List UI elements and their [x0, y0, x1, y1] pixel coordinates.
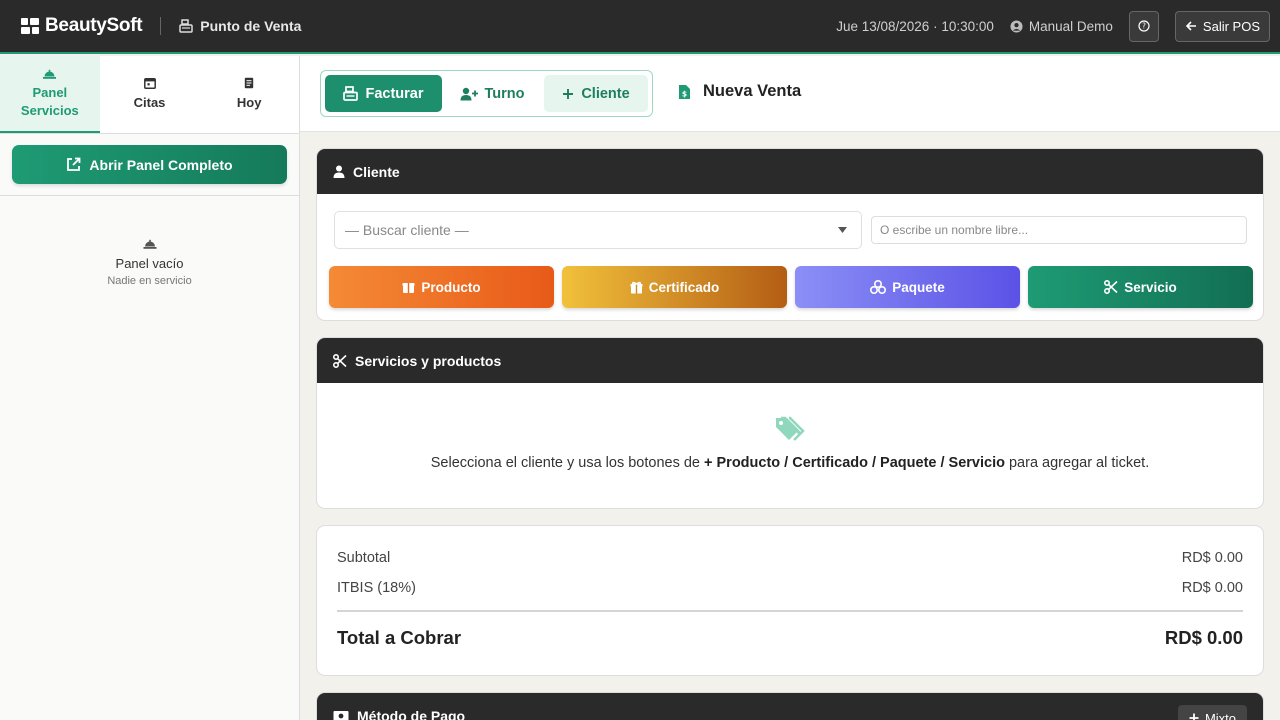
- sale-title-label: Nueva Venta: [703, 82, 802, 100]
- turno-label: Turno: [484, 85, 525, 102]
- total-row: Total a Cobrar RD$ 0.00: [337, 627, 1243, 649]
- top-bar: BeautySoft Punto de Venta Jue 13/08/2026…: [0, 0, 1280, 54]
- tab-label: Hoy: [236, 95, 262, 111]
- user-name: Manual Demo: [1028, 18, 1113, 34]
- tab-label: Citas: [133, 95, 166, 111]
- empty-panel-state: Panel vacío Nadie en servicio: [0, 238, 299, 287]
- boxes-icon: [870, 280, 887, 294]
- plus-icon: [1189, 713, 1199, 720]
- sidebar-tabs: Panel Servicios Citas Hoy: [0, 56, 299, 134]
- client-search-select[interactable]: — Buscar cliente —: [334, 211, 862, 249]
- sidebar: Panel Servicios Citas Hoy Abrir Panel Co…: [0, 56, 300, 720]
- gift-icon: [630, 281, 643, 293]
- svg-text:?: ?: [1142, 22, 1146, 31]
- bell-icon: [43, 69, 57, 79]
- mixed-payment-button[interactable]: Mixto: [1177, 705, 1247, 720]
- help-button[interactable]: ?: [1128, 10, 1159, 42]
- tax-row: ITBIS (18%) RD$ 0.00: [337, 580, 1243, 596]
- subtotal-value: RD$ 0.00: [1181, 550, 1243, 566]
- datetime: Jue 13/08/2026 · 10:30:00: [836, 18, 994, 34]
- main-header: Facturar Turno Cliente $ Nueva Venta: [300, 56, 1280, 132]
- total-value: RD$ 0.00: [1164, 627, 1243, 648]
- payment-card-header: Método de Pago: [317, 693, 1263, 720]
- question-circle-icon: ?: [1138, 20, 1150, 32]
- items-card: Servicios y productos Selecciona el clie…: [316, 337, 1264, 509]
- arrow-left-icon: [1185, 21, 1196, 31]
- client-card-header: Cliente: [317, 149, 1263, 194]
- payment-card-title: Método de Pago: [357, 707, 466, 720]
- exit-pos-button[interactable]: Salir POS: [1174, 10, 1270, 42]
- scissors-icon: [1104, 280, 1118, 294]
- service-label: Servicio: [1124, 279, 1177, 295]
- tab-label: Panel Servicios: [20, 84, 79, 118]
- client-card: Cliente — Buscar cliente — Producto Cert…: [316, 148, 1264, 321]
- action-group: Facturar Turno Cliente: [320, 70, 653, 117]
- add-product-button[interactable]: Producto: [329, 266, 554, 308]
- tab-panel-servicios[interactable]: Panel Servicios: [0, 56, 100, 133]
- money-bill-icon: [333, 710, 349, 720]
- client-card-title: Cliente: [353, 163, 400, 180]
- exit-label: Salir POS: [1202, 18, 1260, 34]
- empty-subtitle: Nadie en servicio: [107, 275, 192, 287]
- tab-citas[interactable]: Citas: [100, 56, 200, 133]
- mixto-label: Mixto: [1204, 710, 1236, 720]
- tax-label: ITBIS (18%): [337, 580, 416, 596]
- package-label: Paquete: [892, 279, 945, 295]
- cash-register-icon: [179, 19, 194, 33]
- items-empty-state: Selecciona el cliente y usa los botones …: [317, 415, 1263, 471]
- totals-card: Subtotal RD$ 0.00 ITBIS (18%) RD$ 0.00 T…: [316, 525, 1264, 676]
- external-link-icon: [67, 157, 81, 171]
- box-icon: [402, 282, 415, 293]
- user-icon: [333, 165, 345, 178]
- empty-title: Panel vacío: [115, 256, 184, 271]
- client-select-placeholder: — Buscar cliente —: [345, 222, 469, 238]
- cash-register-icon: [343, 86, 359, 101]
- tab-hoy[interactable]: Hoy: [199, 56, 299, 133]
- subtotal-label: Subtotal: [337, 550, 391, 566]
- scissors-icon: [333, 353, 347, 368]
- module-title: Punto de Venta: [179, 18, 301, 34]
- module-label: Punto de Venta: [200, 18, 302, 34]
- items-card-title: Servicios y productos: [355, 352, 502, 369]
- total-label: Total a Cobrar: [337, 627, 462, 648]
- add-package-button[interactable]: Paquete: [795, 266, 1020, 308]
- user-info[interactable]: Manual Demo: [1010, 19, 1113, 34]
- items-empty-message: Selecciona el cliente y usa los botones …: [430, 455, 1150, 471]
- item-type-buttons: Producto Certificado Paquete Servicio: [329, 266, 1253, 308]
- facturar-button[interactable]: Facturar: [325, 75, 442, 112]
- payment-card: Método de Pago Mixto: [316, 692, 1264, 720]
- user-circle-icon: [1010, 19, 1023, 33]
- svg-text:$: $: [682, 89, 687, 98]
- receipt-icon: [244, 78, 254, 89]
- tags-icon: [776, 416, 805, 441]
- calendar-icon: [143, 78, 156, 90]
- divider: [337, 610, 1243, 612]
- add-certificate-button[interactable]: Certificado: [562, 266, 787, 308]
- subtotal-row: Subtotal RD$ 0.00: [337, 550, 1243, 566]
- product-label: Producto: [421, 279, 481, 295]
- divider: [160, 17, 162, 35]
- grid-icon: [21, 18, 39, 34]
- items-card-header: Servicios y productos: [317, 338, 1263, 383]
- invoice-dollar-icon: $: [679, 84, 690, 99]
- user-plus-icon: [460, 87, 478, 100]
- chevron-down-icon: [838, 227, 847, 233]
- facturar-label: Facturar: [365, 85, 424, 102]
- free-name-input[interactable]: [871, 216, 1247, 244]
- open-full-panel-button[interactable]: Abrir Panel Completo: [12, 145, 287, 184]
- brand-name: BeautySoft: [45, 15, 143, 36]
- bell-icon: [143, 239, 156, 249]
- open-panel-label: Abrir Panel Completo: [89, 156, 233, 173]
- tax-value: RD$ 0.00: [1181, 580, 1243, 596]
- certificate-label: Certificado: [648, 279, 720, 295]
- cliente-label: Cliente: [581, 85, 630, 102]
- add-service-button[interactable]: Servicio: [1028, 266, 1253, 308]
- page-title: $ Nueva Venta: [678, 82, 801, 101]
- brand-logo[interactable]: BeautySoft: [21, 15, 143, 37]
- plus-icon: [563, 88, 574, 99]
- turno-button[interactable]: Turno: [442, 75, 542, 112]
- add-client-button[interactable]: Cliente: [544, 75, 648, 112]
